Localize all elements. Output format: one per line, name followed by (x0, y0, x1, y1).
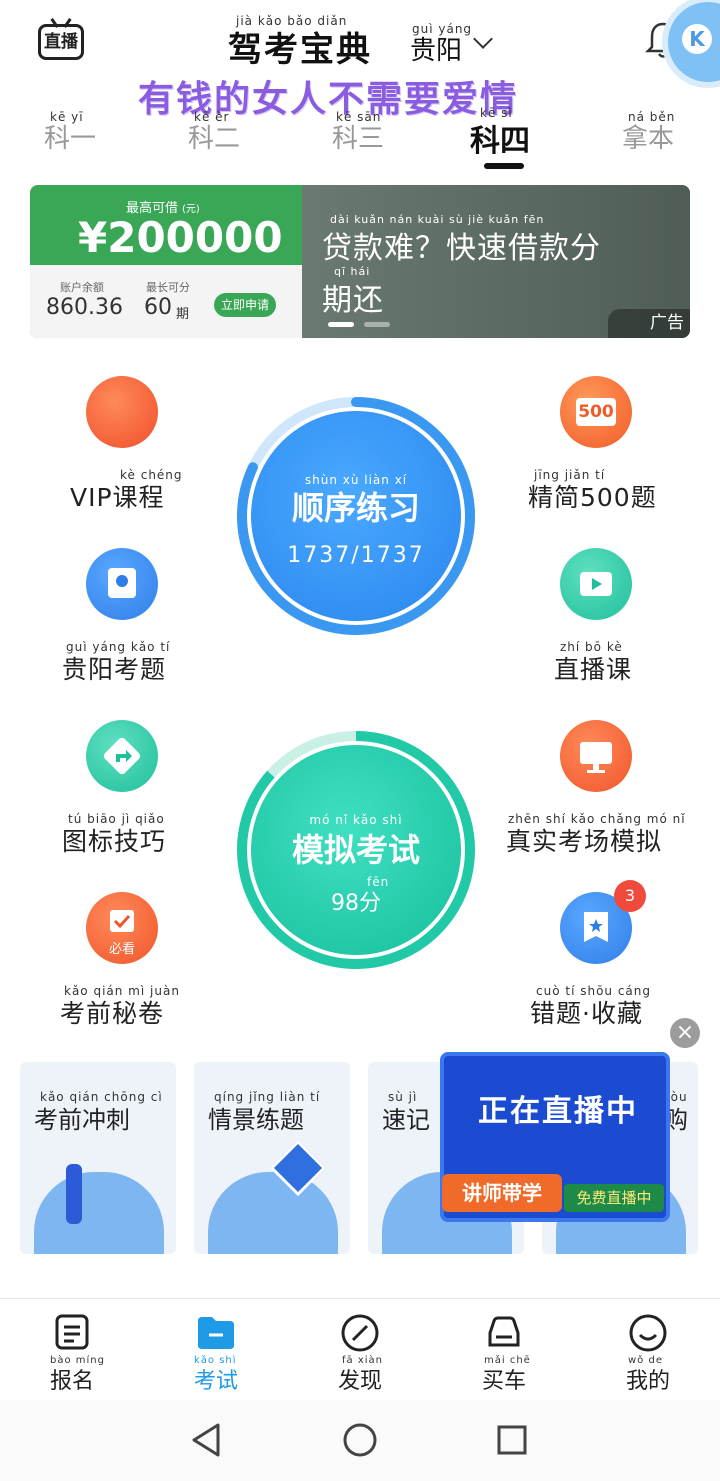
nav-label: 发现 (337, 1369, 382, 1394)
vip-icon[interactable] (86, 376, 158, 448)
close-icon[interactable]: × (670, 1018, 700, 1048)
period-value: 60 (144, 295, 172, 320)
card-title: 考前冲刺 (34, 1106, 130, 1134)
chevron-down-icon[interactable] (473, 29, 493, 49)
instructor-tag: 讲师带学 (442, 1174, 562, 1212)
apply-button[interactable]: 立即申请 (214, 293, 276, 317)
practice-title: 顺序练习 (291, 489, 420, 527)
app-title: 驾考宝典 (228, 30, 372, 70)
scenario-illustration (208, 1172, 338, 1254)
vip-course-label[interactable]: VIP课程 (70, 478, 165, 514)
ad-headline-line2: 期还 (322, 283, 384, 318)
ad-headline-line1: 贷款难？快速借款分 (322, 231, 601, 266)
city-selector[interactable]: 贵阳 (410, 30, 462, 67)
smile-icon (629, 1314, 667, 1352)
bottom-nav: bào míng 报名 kǎo shì 考试 fā xiàn 发现 mǎi ch… (0, 1298, 720, 1401)
nav-exam[interactable]: kǎo shì 考试 (166, 1299, 266, 1399)
live-course-label[interactable]: 直播课 (554, 650, 632, 686)
nav-buy-car[interactable]: mǎi chē 买车 (454, 1299, 554, 1399)
recents-icon[interactable] (496, 1424, 528, 1456)
jingjian-500-label[interactable]: 精简500题 (528, 478, 657, 514)
period-label: 最长可分 (146, 281, 190, 294)
video-icon[interactable] (560, 548, 632, 620)
exam-title: 模拟考试 (291, 831, 420, 869)
person-illustration (66, 1164, 82, 1224)
carousel-dot-active (328, 322, 354, 327)
folder-icon (198, 1317, 234, 1349)
card-sprint[interactable]: kǎo qián chōng cì 考前冲刺 (20, 1062, 176, 1254)
active-tab-indicator (484, 163, 524, 169)
tab-ke-er[interactable]: 科二 (188, 118, 240, 155)
practice-progress-text: 1737/1737 (287, 543, 425, 568)
loan-amount: ¥200000 (78, 213, 283, 262)
back-icon[interactable] (190, 1422, 222, 1458)
card-title: 情景练题 (208, 1106, 304, 1134)
balance-label: 账户余额 (60, 281, 104, 294)
500-questions-icon[interactable]: 500 (560, 376, 632, 448)
free-live-tag: 免费直播中 (564, 1184, 664, 1212)
nav-label: 我的 (625, 1369, 670, 1394)
nav-signup[interactable]: bào míng 报名 (22, 1299, 122, 1399)
live-popup[interactable]: 正在直播中 讲师带学 免费直播中 (440, 1052, 670, 1222)
balance-value: 860.36 (46, 295, 123, 320)
real-exam-sim-label[interactable]: 真实考场模拟 (506, 822, 662, 858)
card-scenario[interactable]: qíng jǐng liàn tí 情景练题 (194, 1062, 350, 1254)
tab-ke-yi[interactable]: 科一 (44, 118, 96, 155)
ad-badge: 广告 (608, 309, 690, 338)
rocket-illustration (34, 1172, 164, 1254)
tab-ke-si[interactable]: 科四 (470, 116, 530, 160)
500-badge: 500 (576, 398, 616, 426)
tab-na-ben[interactable]: 拿本 (622, 118, 674, 155)
compass-icon (341, 1314, 379, 1352)
tab-ke-san[interactable]: 科三 (332, 118, 384, 155)
period-unit: 期 (176, 307, 190, 322)
live-icon-label: 直播 (44, 32, 78, 52)
road-sign-icon[interactable] (86, 720, 158, 792)
guiyang-exam-label[interactable]: 贵阳考题 (62, 650, 166, 686)
mock-exam-button[interactable]: mó nǐ kǎo shì 模拟考试 fēn 98分 (251, 745, 461, 955)
icon-tips-label[interactable]: 图标技巧 (62, 822, 166, 858)
sequential-practice-button[interactable]: shùn xù liàn xí 顺序练习 1737/1737 (251, 411, 461, 621)
nav-mine[interactable]: wǒ de 我的 (598, 1299, 698, 1399)
monitor-icon[interactable] (560, 720, 632, 792)
checklist-icon[interactable]: 必看 (86, 892, 158, 964)
pre-exam-papers-label[interactable]: 考前秘卷 (60, 994, 164, 1030)
live-tv-icon[interactable]: 直播 (38, 24, 84, 60)
nav-label: 报名 (49, 1369, 94, 1394)
system-nav-bar (0, 1400, 720, 1481)
location-icon[interactable] (86, 548, 158, 620)
avatar[interactable]: K (668, 2, 720, 82)
mistakes-favorites-label[interactable]: 错题·收藏 (530, 994, 643, 1030)
ad-banner[interactable]: 最高可借 (元) ¥200000 账户余额 860.36 最长可分 60 期 立即… (30, 185, 690, 338)
must-see-tag: 必看 (108, 942, 135, 957)
form-icon (55, 1314, 89, 1350)
live-now-text: 正在直播中 (478, 1094, 638, 1129)
mistakes-count-badge: 3 (614, 880, 646, 912)
home-icon[interactable] (342, 1422, 378, 1458)
nav-label: 考试 (193, 1369, 238, 1394)
carousel-dot (364, 322, 390, 327)
car-icon (488, 1316, 520, 1347)
card-title: 速记 (382, 1106, 430, 1134)
nav-discover[interactable]: fā xiàn 发现 (310, 1299, 410, 1399)
avatar-letter: K (682, 24, 712, 54)
nav-label: 买车 (481, 1369, 526, 1394)
exam-score: 98分 (331, 891, 381, 916)
